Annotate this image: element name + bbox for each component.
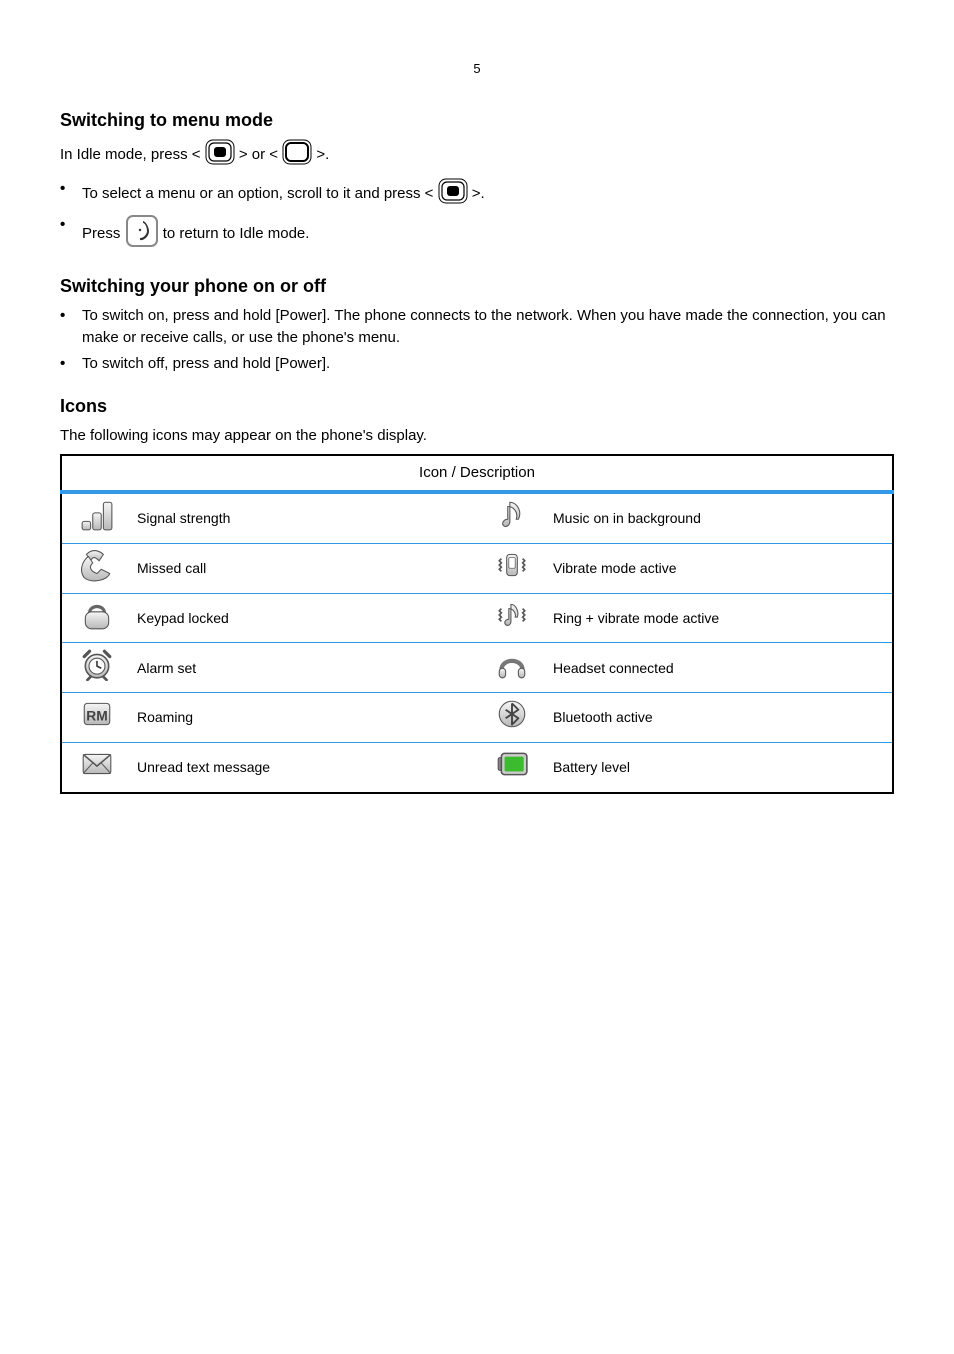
table-header: Icon / Description xyxy=(61,455,893,492)
missed-call-icon xyxy=(61,543,131,593)
menu-mode-bullet-2: • Press to return to Idle mode. xyxy=(60,214,894,255)
menu-mode-bullet-1: • To select a menu or an option, scroll … xyxy=(60,178,894,211)
headset-connected-icon xyxy=(477,643,547,693)
icon-description: Alarm set xyxy=(131,643,477,693)
signal-strength-icon xyxy=(61,492,131,543)
table-row: Keypad locked Ring + vibrate mode active xyxy=(61,593,893,643)
onoff-bullet-2: • To switch off, press and hold [Power]. xyxy=(60,353,894,375)
alarm-set-icon xyxy=(61,643,131,693)
icons-table: Icon / Description Signal strength Music … xyxy=(60,454,894,793)
table-row: Roaming Bluetooth active xyxy=(61,693,893,743)
heading-on-off: Switching your phone on or off xyxy=(60,273,894,299)
keypad-lock-icon xyxy=(61,593,131,643)
icon-description: Headset connected xyxy=(547,643,893,693)
ring-vibrate-icon xyxy=(477,593,547,643)
roaming-icon xyxy=(61,693,131,743)
empty-softkey-icon xyxy=(282,139,312,172)
bluetooth-active-icon xyxy=(477,693,547,743)
icon-description: Missed call xyxy=(131,543,477,593)
icon-description: Vibrate mode active xyxy=(547,543,893,593)
music-on-icon xyxy=(477,492,547,543)
icon-description: Keypad locked xyxy=(131,593,477,643)
icon-description: Unread text message xyxy=(131,742,477,792)
icons-intro: The following icons may appear on the ph… xyxy=(60,425,894,447)
icon-description: Signal strength xyxy=(131,492,477,543)
table-row: Missed call Vibrate mode active xyxy=(61,543,893,593)
table-row: Signal strength Music on in background xyxy=(61,492,893,543)
icon-description: Battery level xyxy=(547,742,893,792)
onoff-bullet-1: • To switch on, press and hold [Power]. … xyxy=(60,305,894,349)
table-row: Alarm set Headset connected xyxy=(61,643,893,693)
power-key-icon xyxy=(125,214,159,255)
icon-description: Roaming xyxy=(131,693,477,743)
battery-level-icon xyxy=(477,742,547,792)
heading-menu-mode: Switching to menu mode xyxy=(60,107,894,133)
vibrate-active-icon xyxy=(477,543,547,593)
icon-description: Ring + vibrate mode active xyxy=(547,593,893,643)
icon-description: Bluetooth active xyxy=(547,693,893,743)
filled-softkey-icon xyxy=(438,178,468,211)
unread-text-icon xyxy=(61,742,131,792)
filled-softkey-icon xyxy=(205,139,235,172)
table-row: Unread text message Battery level xyxy=(61,742,893,792)
menu-mode-line1: In Idle mode, press < > or < >. xyxy=(60,139,894,172)
heading-icons: Icons xyxy=(60,393,894,419)
page-number: 5 xyxy=(60,60,894,79)
icon-description: Music on in background xyxy=(547,492,893,543)
